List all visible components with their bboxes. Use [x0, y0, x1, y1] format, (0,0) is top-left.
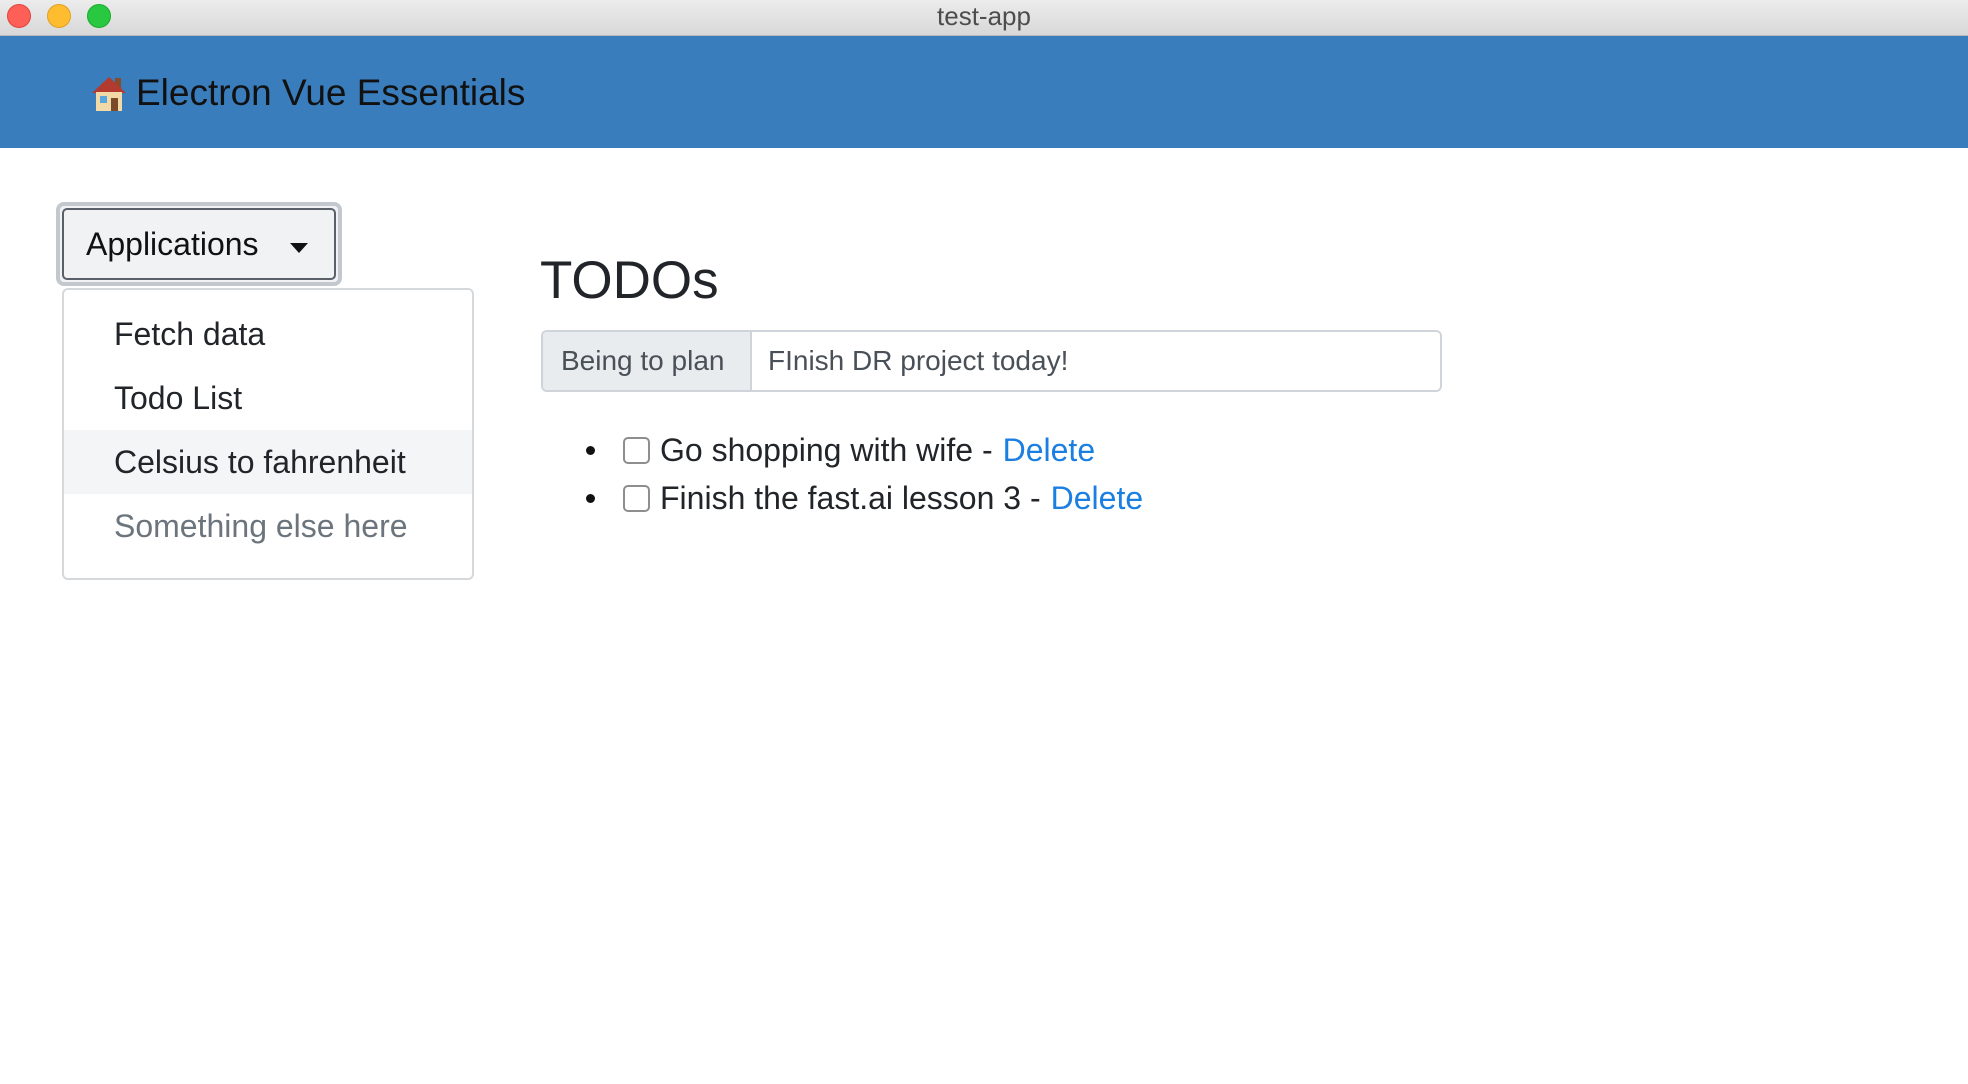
window-titlebar: test-app — [0, 0, 1968, 36]
applications-dropdown-menu: Fetch data Todo List Celsius to fahrenhe… — [62, 288, 474, 580]
delete-link[interactable]: Delete — [1051, 480, 1144, 517]
todo-list-item: Go shopping with wife - Delete — [586, 426, 1143, 474]
todo-checkbox[interactable] — [623, 436, 650, 464]
todo-input[interactable] — [752, 332, 1440, 390]
dropdown-item-todo-list[interactable]: Todo List — [64, 366, 472, 430]
applications-dropdown-label: Applications — [86, 225, 259, 262]
page-title: TODOs — [540, 251, 719, 310]
todo-text: Finish the fast.ai lesson 3 - — [660, 479, 1041, 516]
todo-text: Go shopping with wife - — [660, 431, 993, 468]
navbar-brand[interactable]: Electron Vue Essentials — [90, 69, 525, 117]
todo-input-prefix: Being to plan — [543, 332, 752, 390]
dropdown-item-celsius-to-fahrenheit[interactable]: Celsius to fahrenheit — [64, 430, 472, 494]
delete-link[interactable]: Delete — [1003, 432, 1096, 469]
bullet-icon — [586, 493, 595, 503]
todo-list: Go shopping with wife - Delete Finish th… — [586, 426, 1143, 522]
bullet-icon — [586, 445, 595, 455]
house-icon — [90, 73, 128, 113]
window-title: test-app — [937, 1, 1031, 31]
dropdown-item-something-else: Something else here — [114, 508, 408, 544]
dropdown-item-fetch-data[interactable]: Fetch data — [64, 302, 472, 366]
applications-dropdown-toggle[interactable]: Applications — [56, 202, 342, 286]
navbar-brand-label: Electron Vue Essentials — [136, 72, 526, 113]
applications-dropdown-button[interactable]: Applications — [62, 208, 336, 280]
todo-input-group: Being to plan — [541, 330, 1442, 392]
todo-checkbox[interactable] — [623, 484, 650, 512]
navbar: Electron Vue Essentials — [0, 36, 1968, 148]
todo-list-item: Finish the fast.ai lesson 3 - Delete — [586, 474, 1143, 522]
caret-down-icon — [290, 243, 308, 253]
